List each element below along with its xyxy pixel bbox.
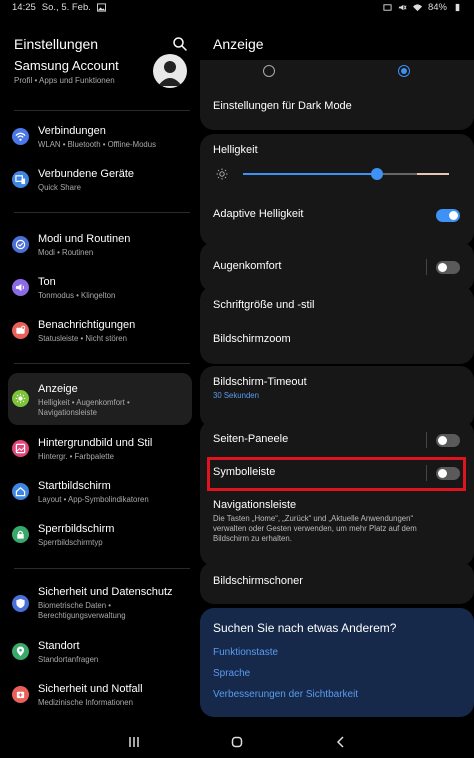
system-nav-bar xyxy=(0,726,474,758)
sidebar-item-startbildschirm[interactable]: Startbildschirm Layout • App-Symbolindik… xyxy=(8,473,192,511)
settings-title: Einstellungen xyxy=(14,36,99,52)
home-icon xyxy=(12,483,29,500)
slider-end xyxy=(417,173,449,175)
suggestions-card: Suchen Sie nach etwas Anderem? Funktions… xyxy=(200,608,474,717)
sidebar-item-verbundene-geraete[interactable]: Verbundene Geräte Quick Share xyxy=(8,161,192,199)
emergency-icon xyxy=(12,686,29,703)
sun-small-icon xyxy=(216,168,228,180)
link-funktionstaste[interactable]: Funktionstaste xyxy=(213,647,278,658)
divider xyxy=(14,568,190,569)
sun-icon xyxy=(12,390,29,407)
page-title: Anzeige xyxy=(213,36,264,52)
sidebar-item-sperrbildschirm[interactable]: Sperrbildschirm Sperrbildschirmtyp xyxy=(8,516,192,554)
location-icon xyxy=(12,643,29,660)
divider xyxy=(14,212,190,213)
screensaver-card[interactable]: Bildschirmschoner xyxy=(200,562,474,604)
brightness-slider[interactable] xyxy=(243,167,449,181)
speaker-icon xyxy=(12,279,29,296)
status-date: So., 5. Feb. xyxy=(41,2,91,13)
sidebar-item-verbindungen[interactable]: Verbindungen WLAN • Bluetooth • Offline-… xyxy=(8,118,192,156)
sidebar-item-benachrichtigungen[interactable]: Benachrichtigungen Statusleiste • Nicht … xyxy=(8,312,192,350)
timeout-value: 30 Sekunden xyxy=(213,391,259,400)
battery-percent: 84% xyxy=(427,2,447,13)
slider-knob[interactable] xyxy=(371,168,383,180)
recent-apps-icon[interactable] xyxy=(128,736,140,748)
sidebar-item-hintergrundbild[interactable]: Hintergrundbild und Stil Hintergr. • Far… xyxy=(8,430,192,468)
link-sprache[interactable]: Sprache xyxy=(213,668,250,679)
screen-record-icon xyxy=(383,4,392,11)
mute-icon xyxy=(398,4,407,11)
display-settings: Anzeige Einstellungen für Dark Mode Hell… xyxy=(200,16,474,726)
slider-fill xyxy=(243,173,377,175)
panels-card: Seiten-Paneele Symbolleiste Navigationsl… xyxy=(200,420,474,566)
search-icon[interactable] xyxy=(172,36,188,52)
sidebar-item-ton[interactable]: Ton Tonmodus • Klingelton xyxy=(8,269,192,307)
eye-comfort-toggle[interactable] xyxy=(436,261,460,274)
settings-menu: Einstellungen Samsung Account Profil • A… xyxy=(0,16,196,726)
timeout-label: Bildschirm-Timeout xyxy=(213,376,307,388)
brightness-card: Helligkeit Adaptive Helligkeit xyxy=(200,134,474,246)
divider xyxy=(14,363,190,364)
sidebar-item-sicherheit-notfall[interactable]: Sicherheit und Notfall Medizinische Info… xyxy=(8,676,192,714)
devices-icon xyxy=(12,171,29,188)
font-size-style[interactable]: Schriftgröße und -stil xyxy=(213,299,314,311)
samsung-account[interactable]: Samsung Account Profil • Apps und Funkti… xyxy=(14,54,194,88)
person-icon xyxy=(158,61,182,86)
font-zoom-card: Schriftgröße und -stil Bildschirmzoom xyxy=(200,286,474,364)
dark-mode-settings[interactable]: Einstellungen für Dark Mode xyxy=(213,100,352,112)
account-name: Samsung Account xyxy=(14,58,119,73)
lock-icon xyxy=(12,526,29,543)
eye-comfort-card[interactable]: Augenkomfort xyxy=(200,242,474,292)
divider xyxy=(14,110,190,111)
check-circle-icon xyxy=(12,236,29,253)
theme-card: Einstellungen für Dark Mode xyxy=(200,60,474,130)
sidebar-item-sicherheit-datenschutz[interactable]: Sicherheit und Datenschutz Biometrische … xyxy=(8,580,192,628)
sidebar-item-modi-routinen[interactable]: Modi und Routinen Modi • Routinen xyxy=(8,226,192,264)
adaptive-brightness-label: Adaptive Helligkeit xyxy=(213,208,304,220)
battery-icon xyxy=(455,3,460,12)
screen-zoom[interactable]: Bildschirmzoom xyxy=(213,333,291,345)
wifi-status-icon xyxy=(412,4,422,12)
light-mode-radio[interactable] xyxy=(263,65,275,77)
account-sub: Profil • Apps und Funktionen xyxy=(14,76,115,85)
timeout-card[interactable]: Bildschirm-Timeout 30 Sekunden xyxy=(200,366,474,428)
avatar[interactable] xyxy=(153,54,187,88)
bell-icon xyxy=(12,322,29,339)
gallery-icon xyxy=(96,3,106,12)
highlight-box xyxy=(207,457,466,491)
eye-comfort-label: Augenkomfort xyxy=(213,260,282,272)
suggestions-title: Suchen Sie nach etwas Anderem? xyxy=(213,621,397,635)
wifi-icon xyxy=(12,128,29,145)
sidebar-item-standort[interactable]: Standort Standortanfragen xyxy=(8,633,192,671)
screensaver-label: Bildschirmschoner xyxy=(213,575,303,587)
link-sichtbarkeit[interactable]: Verbesserungen der Sichtbarkeit xyxy=(213,689,358,700)
status-bar: 14:25 So., 5. Feb. 84% xyxy=(0,0,474,16)
edge-panels-label[interactable]: Seiten-Paneele xyxy=(213,433,288,445)
brightness-label: Helligkeit xyxy=(213,144,258,156)
shield-icon xyxy=(12,595,29,612)
edge-panels-toggle[interactable] xyxy=(436,434,460,447)
slider-rest xyxy=(383,173,417,175)
navigation-bar-sub: Die Tasten „Home“, „Zurück“ und „Aktuell… xyxy=(213,514,417,543)
sidebar-item-anzeige[interactable]: Anzeige Helligkeit • Augenkomfort • Navi… xyxy=(8,373,192,425)
navigation-bar-label[interactable]: Navigationsleiste xyxy=(213,499,296,511)
back-icon[interactable] xyxy=(335,736,347,748)
dark-mode-radio[interactable] xyxy=(398,65,410,77)
status-time: 14:25 xyxy=(12,2,36,13)
palette-icon xyxy=(12,440,29,457)
adaptive-brightness-toggle[interactable] xyxy=(436,209,460,222)
home-button-icon[interactable] xyxy=(231,736,243,748)
